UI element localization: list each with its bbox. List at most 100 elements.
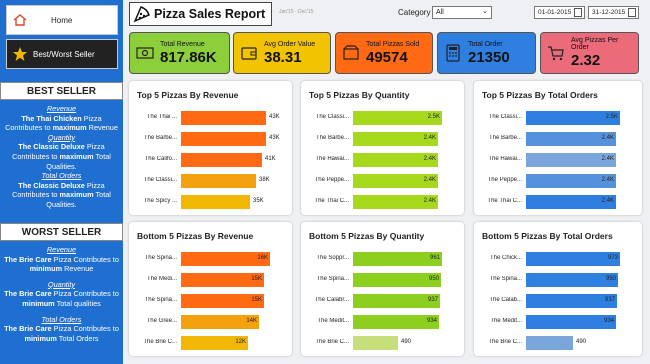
bar-category-label: The Spina... — [144, 297, 177, 303]
bar-category-label: The Barbe... — [143, 135, 177, 141]
category-dropdown[interactable]: All ⌄ — [432, 6, 492, 19]
best-revenue: Revenue The Thai Chicken Pizza Contribut… — [0, 104, 123, 133]
bar-value-label: 934 — [603, 318, 614, 324]
kpi-total-order: Total Order 21350 — [437, 32, 536, 74]
bar-row: The Gree... 14K — [129, 314, 292, 330]
chart-title: Bottom 5 Pizzas By Quantity — [309, 231, 425, 241]
worst-seller-body: Revenue The Brie Care Pizza Contributes … — [0, 245, 123, 343]
worst-orders-end: Total Orders — [58, 333, 99, 343]
bar-row: The Brie C... 12K — [129, 335, 292, 351]
report-title-box: Pizza Sales Report — [129, 2, 272, 26]
best-quantity: Quantity The Classic Deluxe Pizza Contri… — [0, 133, 123, 171]
bar-value-label: 14K — [246, 318, 257, 324]
bar-row: The Barbe... 2.4K — [301, 131, 464, 147]
bar[interactable] — [526, 336, 573, 350]
kpi-total-pizzas-sold: Total Pizzas Sold 49574 — [335, 32, 433, 74]
bar-category-label: The Soppr... — [316, 255, 349, 261]
pizza-icon — [130, 3, 154, 25]
calendar-icon — [628, 8, 636, 17]
bar-category-label: The Brie C... — [315, 339, 349, 345]
bar-row: The Spina... 950 — [301, 272, 464, 288]
bar-value-label: 490 — [576, 339, 587, 345]
best-quantity-strong: maximum — [59, 151, 94, 161]
calculator-icon — [438, 44, 468, 62]
kpi-avg-order-value: Avg Order Value 38.31 — [233, 32, 331, 74]
best-quantity-tail: Contributes to — [12, 151, 58, 161]
best-quantity-cat: Quantity — [47, 132, 76, 142]
bar-row: The Spicy ... 35K — [129, 194, 292, 210]
bar[interactable] — [181, 153, 262, 167]
bar-row: The Hawai... 2.4K — [474, 152, 642, 168]
bar[interactable] — [181, 132, 266, 146]
chart-title: Top 5 Pizzas By Quantity — [309, 90, 410, 100]
bar-value-label: 950 — [605, 276, 616, 282]
best-worst-seller-button[interactable]: Best/Worst Seller — [6, 39, 118, 69]
bar-row: The Thai C... 2.4K — [301, 194, 464, 210]
bar-category-label: The Thai C... — [314, 198, 349, 204]
chart-top5-quantity: Top 5 Pizzas By Quantity The Classi... 2.… — [301, 81, 464, 215]
best-worst-label: Best/Worst Seller — [33, 49, 95, 59]
worst-quantity-name: The Brie Care — [4, 289, 52, 299]
best-orders-cat: Total Orders — [41, 171, 82, 181]
bar-row: The Classi... 2.5K — [301, 110, 464, 126]
worst-revenue-strong: minimum — [29, 264, 63, 274]
end-date-value: 31-12-2015 — [592, 9, 626, 16]
bar-row: The Peppe... 2.4K — [474, 173, 642, 189]
bar-category-label: The Medi... — [146, 276, 177, 282]
bar-category-label: The Chick... — [489, 255, 522, 261]
bar-value-label: 2.5K — [427, 114, 440, 120]
bar[interactable] — [181, 195, 250, 209]
bar-value-label: 961 — [429, 255, 440, 261]
bar-value-label: 41K — [265, 156, 276, 162]
kpi-total-revenue: Total Revenue 817.86K — [129, 32, 230, 74]
home-button[interactable]: Home — [6, 5, 118, 35]
chart-top5-revenue: Top 5 Pizzas By Revenue The Thai ... 43K T… — [129, 81, 292, 215]
start-date-input[interactable]: 01-01-2015 — [534, 6, 585, 19]
cart-icon — [541, 44, 571, 62]
bar-row: The Thai C... 2.4K — [474, 194, 642, 210]
bar-row: The Brie C... 490 — [474, 335, 642, 351]
bar-row: The Hawai... 2.4K — [301, 152, 464, 168]
best-revenue-mid: Pizza — [83, 113, 102, 123]
bar-value-label: 15K — [251, 297, 262, 303]
best-orders: Total Orders The Classic Deluxe Pizza Co… — [0, 171, 123, 209]
bar-row: The Calab... 937 — [474, 293, 642, 309]
kpi-label: Avg Order Value — [264, 40, 316, 48]
bar-value-label: 2.4K — [423, 156, 436, 162]
bar-row: The Barbe... 2.4K — [474, 131, 642, 147]
bar-row: The Spina... 16K — [129, 251, 292, 267]
bar-value-label: 2.4K — [601, 198, 614, 204]
bar-category-label: The Thai C... — [487, 198, 522, 204]
bar[interactable] — [181, 174, 256, 188]
bar-category-label: The Classi... — [143, 177, 177, 183]
bar-value-label: 2.4K — [423, 177, 436, 183]
calendar-icon — [574, 8, 582, 17]
kpi-label: Avg Pizzas Per Order — [571, 37, 619, 51]
bar-value-label: 2.4K — [601, 135, 614, 141]
bar-category-label: The Calabr... — [314, 297, 349, 303]
home-label: Home — [51, 15, 73, 25]
bar-value-label: 937 — [427, 297, 438, 303]
chevron-down-icon: ⌄ — [482, 8, 488, 15]
pizza-box-icon — [336, 44, 366, 62]
kpi-value: 21350 — [468, 48, 510, 66]
bar[interactable] — [353, 336, 398, 350]
bar-value-label: 15K — [251, 276, 262, 282]
bar-row: The Brie C... 490 — [301, 335, 464, 351]
kpi-value: 2.32 — [571, 52, 601, 69]
star-icon — [7, 40, 33, 68]
bar-category-label: The Hawai... — [488, 156, 522, 162]
bar-row: The Peppe... 2.4K — [301, 173, 464, 189]
end-date-input[interactable]: 31-12-2015 — [588, 6, 639, 19]
worst-quantity-mid: Pizza Contributes to — [53, 289, 119, 299]
page-title: Pizza Sales Report — [154, 7, 266, 21]
bar-row: The Medit... 934 — [301, 314, 464, 330]
bar-value-label: 16K — [257, 255, 268, 261]
bar-category-label: The Classi... — [315, 114, 349, 120]
sidebar: Home Best/Worst Seller BEST SELLER Reven… — [0, 0, 123, 364]
bar-value-label: 12K — [235, 339, 246, 345]
home-icon — [7, 6, 33, 34]
worst-orders-mid: Pizza Contributes to — [53, 324, 119, 334]
bar[interactable] — [181, 111, 266, 125]
bar-category-label: The Spina... — [489, 276, 522, 282]
